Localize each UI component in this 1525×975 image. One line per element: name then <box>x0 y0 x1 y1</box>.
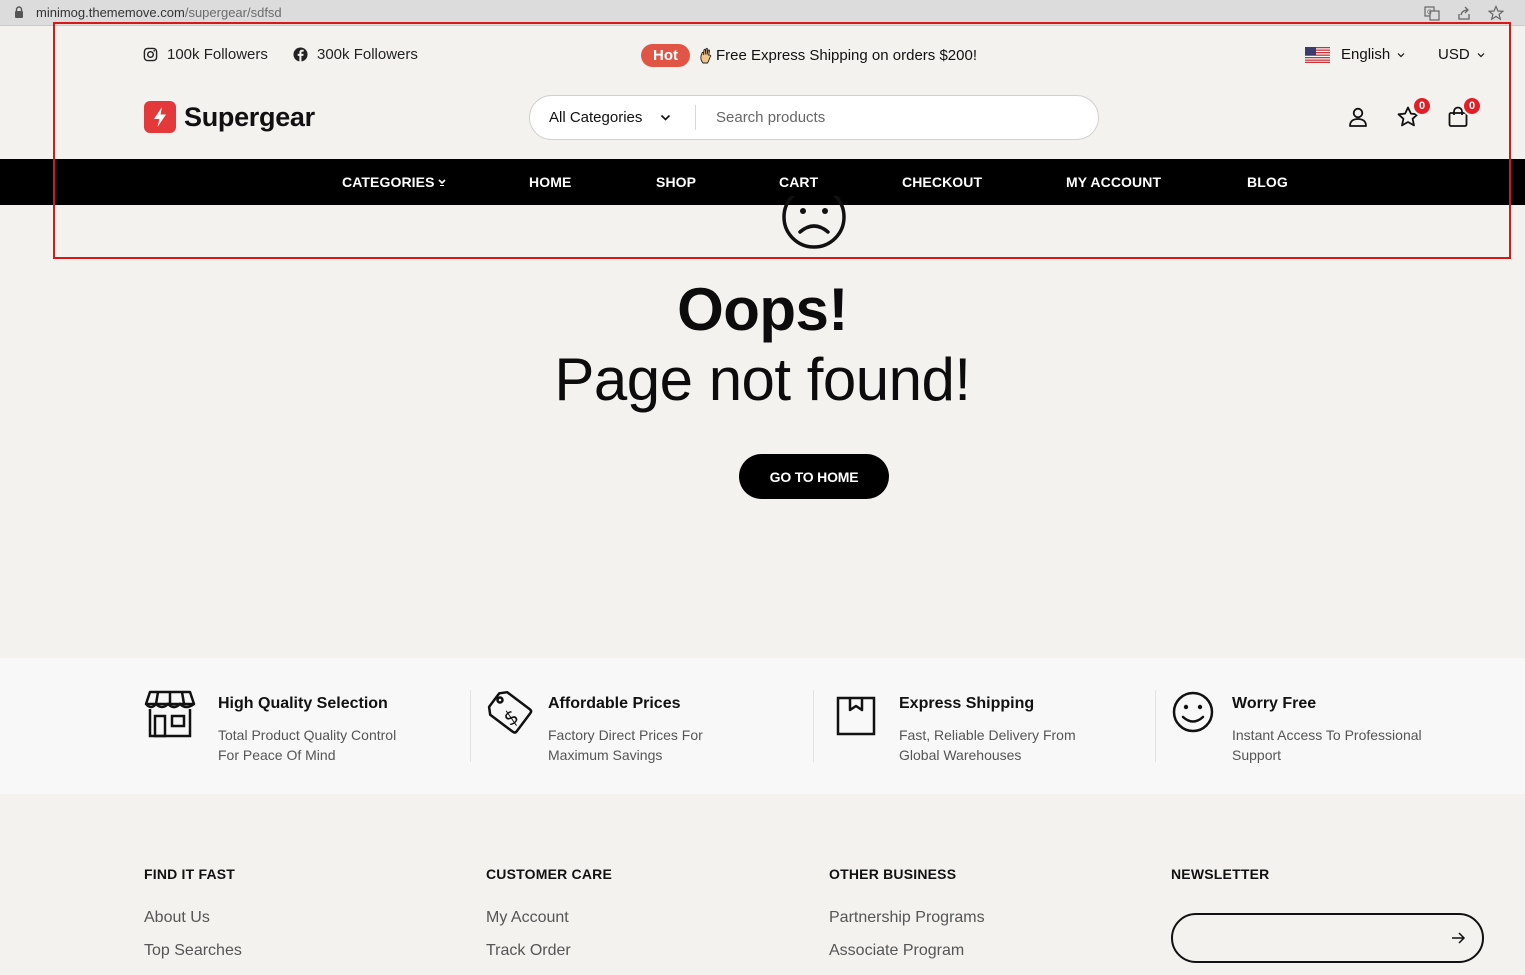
facebook-icon <box>293 47 308 62</box>
us-flag-icon <box>1305 46 1330 63</box>
nav-blog[interactable]: BLOG <box>1247 174 1288 190</box>
hand-icon <box>700 47 712 63</box>
category-select[interactable]: All Categories <box>530 105 696 130</box>
main-nav: CATEGORIES HOME SHOP CART CHECKOUT MY AC… <box>0 159 1525 205</box>
footer-link-my-account[interactable]: My Account <box>486 909 569 927</box>
category-select-label: All Categories <box>549 109 643 126</box>
newsletter-email-input[interactable] <box>1193 928 1433 944</box>
footer-col-newsletter: NEWSLETTER <box>1171 866 1269 882</box>
nav-shop[interactable]: SHOP <box>656 174 696 190</box>
nav-shop-label: SHOP <box>656 174 697 190</box>
nav-home[interactable]: HOME <box>529 174 571 190</box>
nav-checkout[interactable]: CHECKOUT <box>902 174 982 190</box>
footer-col-customer-care: CUSTOMER CARE <box>486 866 612 882</box>
url-host: minimog.thememove.com <box>36 5 185 20</box>
promo-banner: Hot Free Express Shipping on orders $200… <box>641 44 977 67</box>
logo-text: Supergear <box>184 101 315 132</box>
chevron-down-icon <box>1477 52 1485 57</box>
footer-link-about-us[interactable]: About Us <box>144 909 210 927</box>
wishlist-count-badge: 0 <box>1412 96 1432 116</box>
smile-icon <box>1172 691 1214 733</box>
promo-text: Free Express Shipping on orders $200! <box>716 47 977 64</box>
feature-desc: Factory Direct Prices For Maximum Saving… <box>548 727 703 763</box>
nav-my-account-label: MY ACCOUNT <box>1066 174 1162 190</box>
search-input[interactable] <box>696 109 1098 126</box>
currency-selector[interactable]: USD <box>1438 46 1485 63</box>
site-logo[interactable]: Supergear <box>144 101 315 133</box>
svg-text:G: G <box>1427 9 1432 16</box>
chevron-down-icon <box>1397 52 1405 57</box>
instagram-icon <box>143 47 158 62</box>
feature-desc: Fast, Reliable Delivery From Global Ware… <box>899 727 1076 763</box>
nav-categories-label: CATEGORIES <box>342 174 435 190</box>
footer-link-top-searches[interactable]: Top Searches <box>144 942 242 960</box>
feature-divider <box>470 690 471 762</box>
feature-desc: Total Product Quality Control For Peace … <box>218 727 397 763</box>
footer-col-find-it-fast: FIND IT FAST <box>144 866 235 882</box>
error-title: Oops! <box>677 276 848 343</box>
newsletter-form <box>1171 913 1484 963</box>
user-icon[interactable] <box>1346 105 1370 129</box>
instagram-followers: 100k Followers <box>167 46 268 63</box>
hot-badge: Hot <box>641 44 690 67</box>
feature-title: High Quality Selection <box>218 695 388 712</box>
footer-link-partnership-programs[interactable]: Partnership Programs <box>829 909 985 927</box>
translate-icon[interactable]: G <box>1424 5 1440 21</box>
nav-checkout-label: CHECKOUT <box>902 174 983 190</box>
nav-categories[interactable]: CATEGORIES <box>342 174 446 190</box>
footer-link-associate-program[interactable]: Associate Program <box>829 942 964 960</box>
error-subtitle: Page not found! <box>554 346 971 413</box>
feature-title: Affordable Prices <box>548 695 681 712</box>
nav-blog-label: BLOG <box>1247 174 1288 190</box>
nav-home-label: HOME <box>529 174 572 190</box>
search-bar: All Categories <box>529 95 1099 140</box>
footer-heading: OTHER BUSINESS <box>829 866 957 882</box>
nav-cart-label: CART <box>779 174 819 190</box>
currency-label: USD <box>1438 46 1470 63</box>
instagram-link[interactable]: 100k Followers <box>143 46 268 63</box>
cart-count-badge: 0 <box>1462 96 1482 116</box>
features-strip: High Quality Selection Total Product Qua… <box>0 658 1525 794</box>
top-bar: 100k Followers 300k Followers Hot Free E… <box>0 34 1525 76</box>
arrow-right-icon[interactable] <box>1450 930 1466 946</box>
facebook-followers: 300k Followers <box>317 46 418 63</box>
language-label: English <box>1341 46 1391 63</box>
feature-title: Worry Free <box>1232 695 1317 712</box>
facebook-link[interactable]: 300k Followers <box>293 46 418 63</box>
lock-icon <box>15 6 23 18</box>
feature-divider <box>1155 690 1156 762</box>
url-path: /supergear/sdfsd <box>184 5 282 20</box>
chevron-down-icon <box>661 114 671 121</box>
feature-divider <box>813 690 814 762</box>
footer-col-other-business: OTHER BUSINESS <box>829 866 956 882</box>
box-icon <box>836 696 876 736</box>
url-text[interactable]: minimog.thememove.com/supergear/sdfsd <box>36 5 282 20</box>
store-icon <box>144 690 196 738</box>
browser-url-bar: minimog.thememove.com/supergear/sdfsd G <box>0 0 1525 26</box>
feature-desc: Instant Access To Professional Support <box>1232 727 1422 763</box>
chevron-down-icon <box>437 179 446 186</box>
feature-title: Express Shipping <box>899 695 1035 712</box>
footer-heading: CUSTOMER CARE <box>486 866 613 882</box>
sad-face-icon <box>781 196 847 250</box>
language-selector[interactable]: English <box>1305 46 1405 63</box>
share-icon[interactable] <box>1456 5 1472 21</box>
footer-heading: FIND IT FAST <box>144 866 236 882</box>
price-tag-icon: $ <box>487 690 533 734</box>
nav-cart[interactable]: CART <box>779 174 818 190</box>
footer-heading: NEWSLETTER <box>1171 866 1270 882</box>
lightning-icon <box>144 101 176 133</box>
bookmark-star-icon[interactable] <box>1488 5 1504 21</box>
nav-my-account[interactable]: MY ACCOUNT <box>1066 174 1161 190</box>
go-to-home-button[interactable]: GO TO HOME <box>739 454 889 499</box>
footer-link-track-order[interactable]: Track Order <box>486 942 571 960</box>
